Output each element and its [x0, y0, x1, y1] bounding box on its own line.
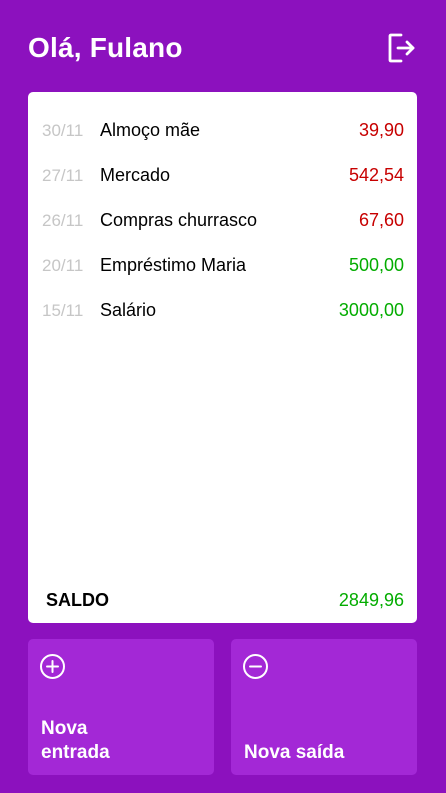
minus-circle-icon — [243, 654, 268, 679]
transaction-row[interactable]: 30/11 Almoço mãe 39,90 — [42, 108, 404, 153]
transaction-value: 542,54 — [348, 165, 404, 185]
balance-label: SALDO — [46, 589, 109, 610]
plus-circle-icon — [40, 654, 65, 679]
transactions-panel: 30/11 Almoço mãe 39,90 27/11 Mercado 542… — [28, 92, 417, 623]
new-exit-label: Nova saída — [244, 742, 345, 763]
new-entry-label: Nova entrada — [41, 718, 110, 763]
transaction-value: 67,60 — [358, 210, 404, 230]
app-header: Olá, Fulano — [28, 25, 418, 71]
new-entry-button[interactable]: Nova entrada — [28, 639, 214, 775]
transaction-date: 27/11 — [42, 165, 84, 185]
transaction-description: Mercado — [100, 165, 171, 185]
transaction-date: 20/11 — [42, 255, 84, 275]
transaction-value: 500,00 — [348, 255, 404, 275]
transaction-description: Salário — [100, 300, 157, 320]
transaction-value: 3000,00 — [338, 300, 404, 320]
transaction-date: 15/11 — [42, 300, 84, 320]
action-buttons: Nova entrada Nova saída — [28, 639, 417, 775]
transaction-description: Empréstimo Maria — [100, 255, 247, 275]
transaction-row[interactable]: 20/11 Empréstimo Maria 500,00 — [42, 243, 404, 288]
logout-button[interactable] — [386, 31, 418, 65]
greeting-title: Olá, Fulano — [28, 32, 183, 63]
transaction-date: 26/11 — [42, 210, 84, 230]
transaction-description: Compras churrasco — [100, 210, 258, 230]
transaction-list: 30/11 Almoço mãe 39,90 27/11 Mercado 542… — [42, 108, 404, 333]
transaction-row[interactable]: 26/11 Compras churrasco 67,60 — [42, 198, 404, 243]
transaction-date: 30/11 — [42, 120, 84, 140]
logout-icon — [388, 33, 415, 63]
balance-value: 2849,96 — [338, 589, 404, 610]
transaction-row[interactable]: 27/11 Mercado 542,54 — [42, 153, 404, 198]
new-exit-button[interactable]: Nova saída — [231, 639, 417, 775]
balance-row: SALDO 2849,96 — [46, 587, 404, 613]
transaction-value: 39,90 — [358, 120, 404, 140]
transaction-description: Almoço mãe — [100, 120, 201, 140]
transaction-row[interactable]: 15/11 Salário 3000,00 — [42, 288, 404, 333]
